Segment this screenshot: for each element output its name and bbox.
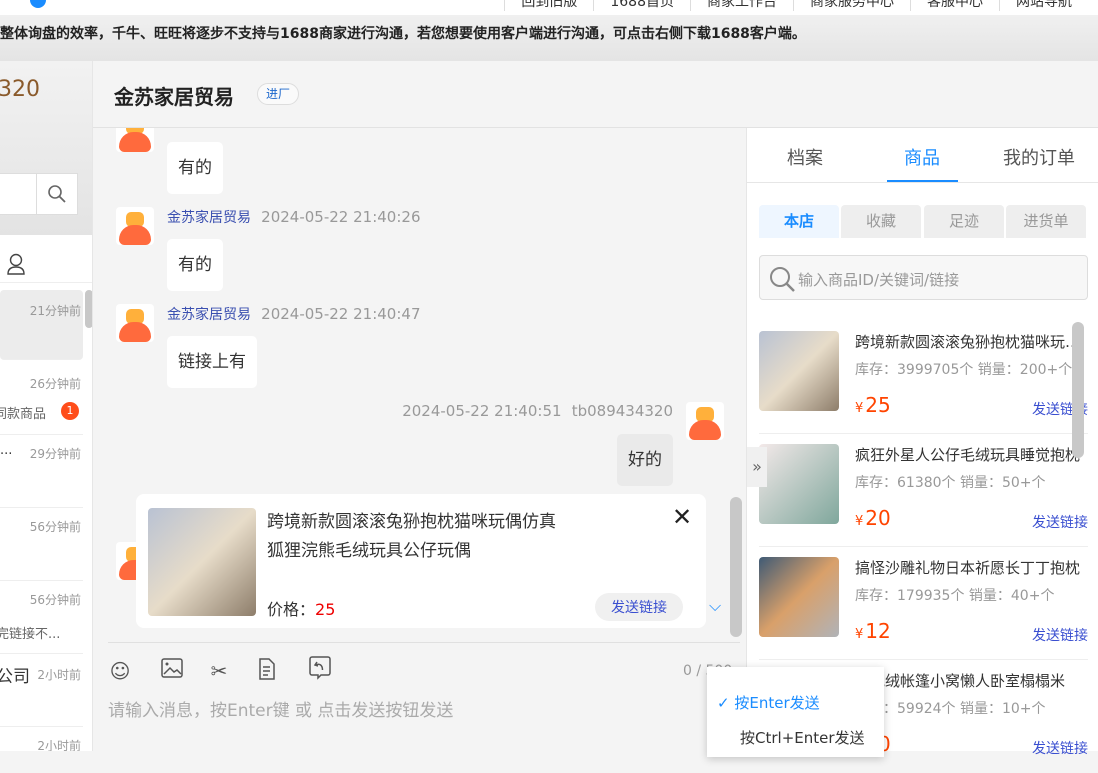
message-time: 2024-05-22 21:40:51 [402, 402, 562, 420]
subtab-shop[interactable]: 本店 [759, 205, 839, 238]
scissors-icon[interactable]: ✂ [206, 658, 232, 684]
chat-scrollbar[interactable] [730, 497, 742, 637]
send-link-button[interactable]: 发送链接 [1032, 625, 1088, 645]
nav-link[interactable]: 网站导航 [999, 0, 1088, 11]
message-bubble: 好的 [617, 434, 673, 486]
conversation-item[interactable]: 26分钟前同款商品1 [0, 367, 83, 435]
input-area: ☺ ✂ 0 / 500 请输入消息，按Enter键 或 点击发送按钮发送 [93, 642, 746, 751]
sender-name[interactable]: 金苏家居贸易 [167, 307, 251, 323]
nav-link[interactable]: 回到旧版 [504, 0, 593, 11]
emoji-icon[interactable]: ☺ [107, 658, 133, 684]
message-input[interactable]: 请输入消息，按Enter键 或 点击发送按钮发送 [108, 696, 708, 721]
close-icon[interactable]: ✕ [672, 503, 692, 531]
products-scrollbar[interactable] [1072, 322, 1084, 458]
avatar [686, 402, 724, 440]
contacts-icon[interactable] [6, 252, 26, 280]
check-icon: ✓ [717, 694, 730, 712]
message-bubble: 有的 [167, 142, 223, 194]
product-card: 跨境新款圆滚滚兔狲抱枕猫咪玩偶仿真狐狸浣熊毛绒玩具公仔玩偶 价格：25 ✕ 发送… [136, 494, 706, 628]
product-item: 疯狂外星人公仔毛绒玩具睡觉抱枕 库存：61380个 销量：50+个 ¥20 发送链接 [759, 434, 1088, 547]
search-button[interactable] [36, 173, 78, 215]
search-icon [48, 185, 66, 203]
recall-icon[interactable] [307, 656, 333, 682]
sender-name: tb089434320 [571, 402, 673, 420]
sidebar-scrollbar[interactable] [85, 290, 92, 328]
nav-link[interactable]: 商家工作台 [690, 0, 793, 11]
shop-name: 金苏家居贸易 [114, 85, 234, 109]
collapse-panel-icon[interactable]: » [747, 447, 767, 487]
nav-link[interactable]: 1688首页 [593, 0, 690, 11]
chevron-down-icon[interactable]: ⌵ [709, 596, 721, 616]
conversation-item[interactable]: 56分钟前 完链接不... [0, 581, 83, 654]
message-bubble: 链接上有 [167, 336, 257, 388]
contact-search-input[interactable] [0, 173, 38, 215]
tab-products[interactable]: 商品 [904, 144, 940, 170]
product-image [148, 508, 256, 616]
logo-icon [30, 0, 46, 8]
search-icon [770, 267, 795, 292]
conversation-item[interactable]: 2小时前 [0, 727, 83, 751]
image-icon[interactable] [159, 658, 185, 684]
subtab-purchase-list[interactable]: 进货单 [1006, 205, 1086, 238]
user-id: 320 [0, 77, 40, 102]
conversation-sidebar: 320 21分钟前 26分钟前同款商品1 29分钟前... 56分钟前 56分钟… [0, 61, 93, 751]
product-price: 25 [315, 600, 336, 619]
conversation-item[interactable]: 21分钟前 [0, 290, 83, 360]
message-time: 2024-05-22 21:40:26 [261, 208, 421, 226]
shop-tag: 进厂 [257, 83, 300, 105]
avatar [116, 207, 154, 245]
top-nav: 回到旧版 1688首页 商家工作台 商家服务中心 客服中心 网站导航 [0, 0, 1098, 15]
chat-header: 金苏家居贸易 进厂 [93, 61, 1098, 128]
right-panel: 档案 商品 我的订单 本店 收藏 足迹 进货单 输入商品ID/关键词/链接 跨境… [746, 128, 1098, 757]
conversation-item[interactable]: 56分钟前 [0, 508, 83, 581]
send-link-button[interactable]: 发送链接 [1032, 512, 1088, 532]
avatar [116, 304, 154, 342]
send-option-enter[interactable]: ✓ 按Enter发送 [717, 692, 820, 713]
conversation-item[interactable]: 公司2小时前 [0, 654, 83, 727]
message-time: 2024-05-22 21:40:47 [261, 305, 421, 323]
avatar [116, 128, 154, 152]
nav-link[interactable]: 商家服务中心 [793, 0, 910, 11]
send-link-button[interactable]: 发送链接 [595, 593, 683, 621]
subtab-favorites[interactable]: 收藏 [841, 205, 921, 238]
product-title: 跨境新款圆滚滚兔狲抱枕猫咪玩偶仿真狐狸浣熊毛绒玩具公仔玩偶 [267, 512, 556, 561]
tab-profile[interactable]: 档案 [787, 144, 823, 170]
subtab-footprints[interactable]: 足迹 [924, 205, 1004, 238]
product-item: 搞怪沙雕礼物日本祈愿长丁丁抱枕 库存：179935个 销量：40+个 ¥12 发送链接 [759, 547, 1088, 660]
product-search-input[interactable]: 输入商品ID/关键词/链接 [759, 255, 1088, 300]
sender-name[interactable]: 金苏家居贸易 [167, 210, 251, 226]
nav-link[interactable]: 客服中心 [910, 0, 999, 11]
product-item: 跨境新款圆滚滚兔狲抱枕猫咪玩偶仿真狐狸浣熊毛绒玩具公仔玩偶库存：3999705个… [759, 321, 1088, 434]
send-mode-menu: ✓ 按Enter发送 按Ctrl+Enter发送 [707, 667, 884, 757]
notice-banner: 整体询盘的效率，千牛、旺旺将逐步不支持与1688商家进行沟通，若您想要使用客户端… [0, 15, 1098, 61]
tab-orders[interactable]: 我的订单 [1003, 144, 1075, 170]
send-option-ctrl-enter[interactable]: 按Ctrl+Enter发送 [740, 727, 865, 748]
unread-badge: 1 [61, 402, 79, 420]
conversation-item[interactable]: 29分钟前... [0, 435, 83, 508]
send-link-button[interactable]: 发送链接 [1032, 738, 1088, 758]
message-bubble: 有的 [167, 239, 223, 291]
quick-reply-icon[interactable] [255, 658, 281, 684]
